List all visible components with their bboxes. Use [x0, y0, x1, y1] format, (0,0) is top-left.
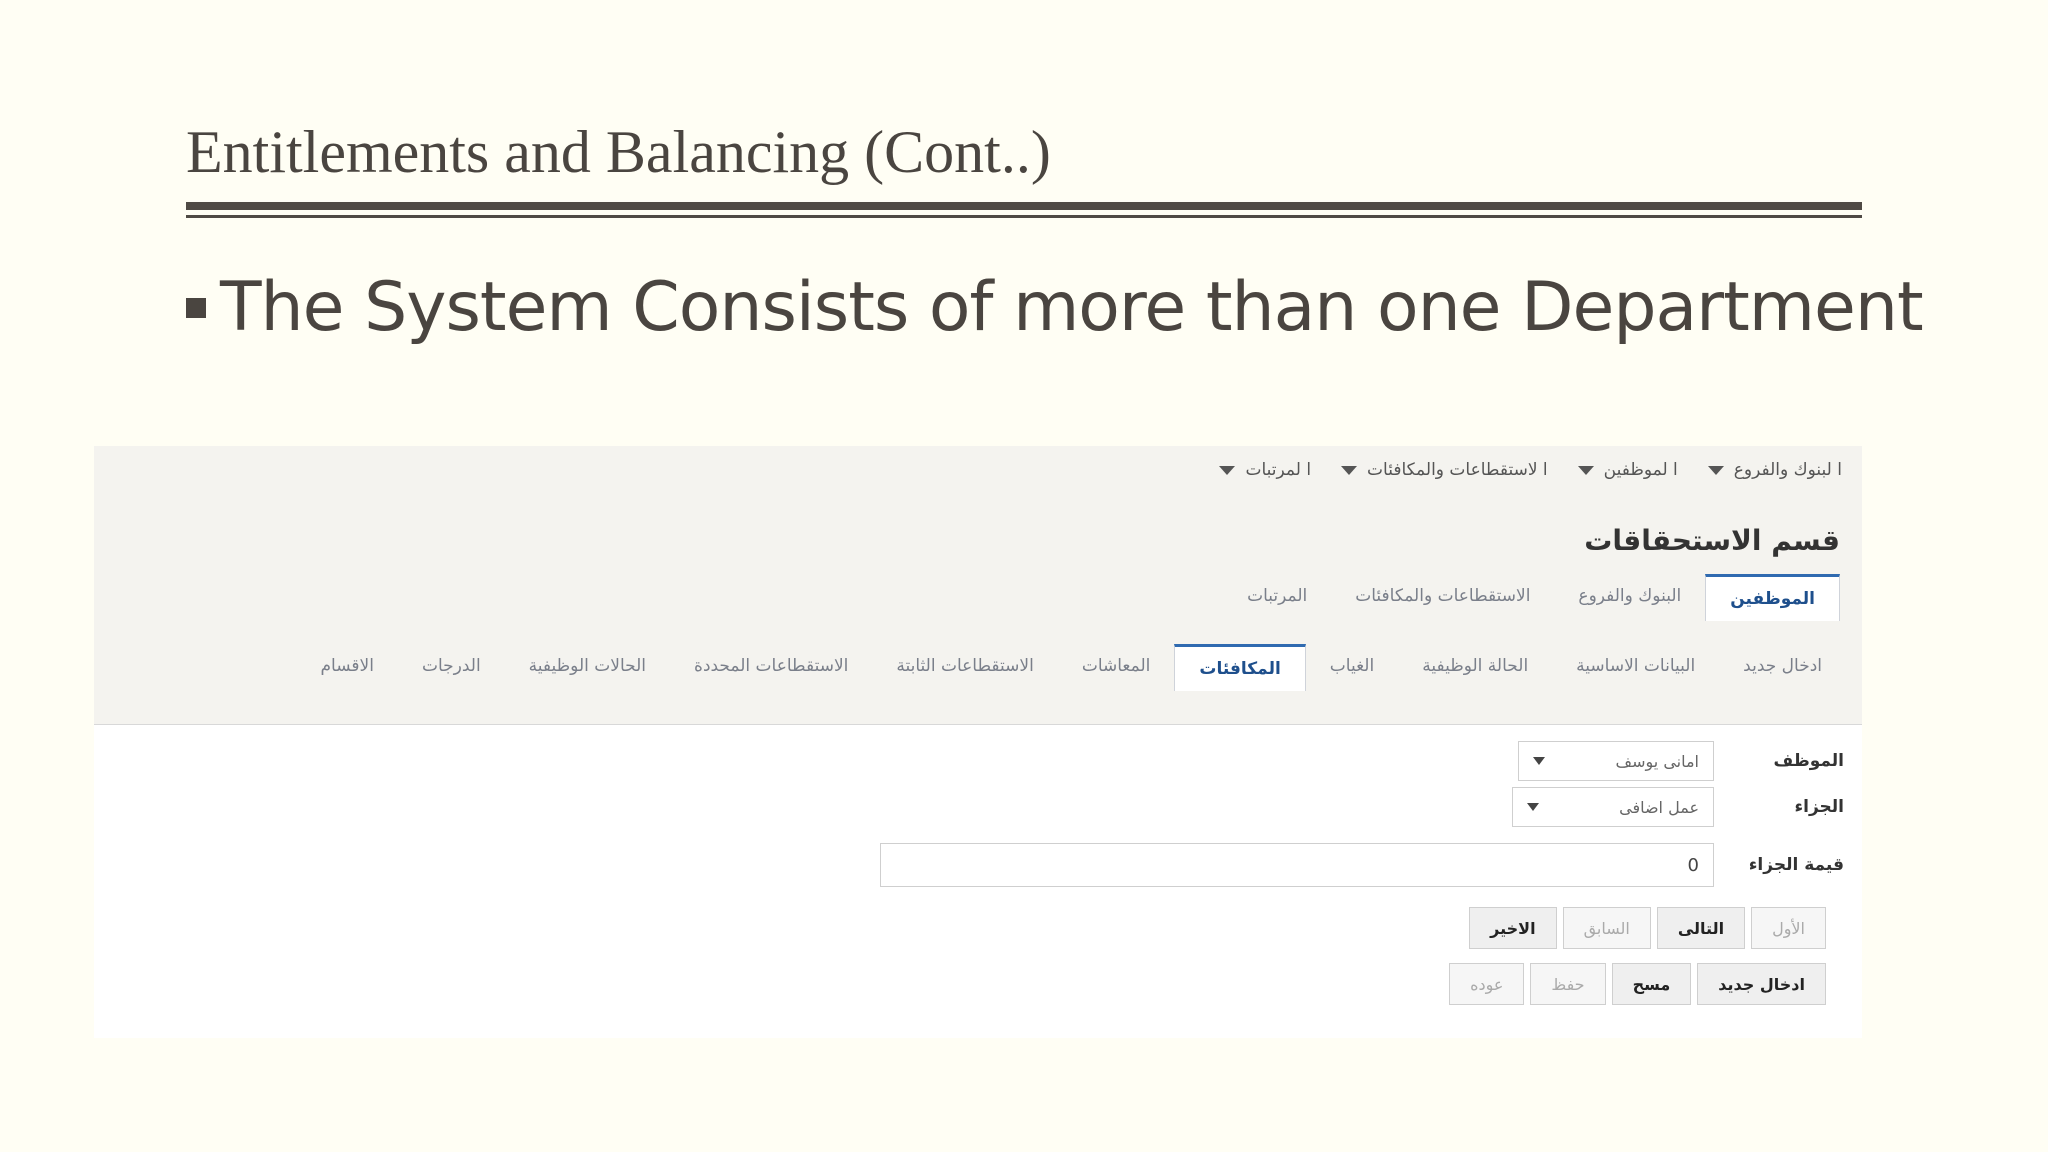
- back-button[interactable]: عوده: [1449, 963, 1525, 1005]
- secondary-tabs: ادخال جديد البيانات الاساسية الحالة الوظ…: [297, 644, 1846, 691]
- tab-specific-deductions[interactable]: الاستقطاعات المحددة: [670, 644, 872, 691]
- part-value-row: قيمة الجزاء 0: [880, 843, 1862, 887]
- top-menu-label: ا لبنوك والفروع: [1733, 460, 1842, 480]
- previous-button[interactable]: السابق: [1562, 907, 1651, 949]
- employee-select-value: امانى يوسف: [1615, 751, 1699, 771]
- part-row: الجزاء عمل اضافى: [1512, 787, 1862, 827]
- top-menu-deductions[interactable]: ا لاستقطاعات والمكافئات: [1341, 460, 1548, 480]
- part-value-amount: 0: [1687, 854, 1699, 876]
- tab-basic-data[interactable]: البيانات الاساسية: [1552, 644, 1719, 691]
- tab-job-status[interactable]: الحالة الوظيفية: [1398, 644, 1552, 691]
- new-entry-button[interactable]: ادخال جديد: [1697, 963, 1826, 1005]
- save-button[interactable]: حفظ: [1530, 963, 1606, 1005]
- employee-label: الموظف: [1773, 751, 1844, 771]
- top-menu: ا لبنوك والفروع ا لموظفين ا لاستقطاعات و…: [1219, 460, 1842, 480]
- delete-button[interactable]: مسح: [1611, 963, 1692, 1005]
- square-bullet-icon: [186, 297, 206, 318]
- chevron-down-icon: [1533, 757, 1545, 765]
- bullet-text: The System Consists of more than one Dep…: [220, 268, 1924, 347]
- top-menu-salaries[interactable]: ا لمرتبات: [1219, 460, 1311, 480]
- tab-fixed-deductions[interactable]: الاستقطاعات الثابتة: [872, 644, 1057, 691]
- employee-row: الموظف امانى يوسف: [1518, 741, 1862, 781]
- tab-pensions[interactable]: المعاشات: [1058, 644, 1175, 691]
- first-button[interactable]: الأول: [1751, 907, 1826, 949]
- top-menu-label: ا لمرتبات: [1245, 460, 1312, 480]
- part-select[interactable]: عمل اضافى: [1512, 787, 1714, 827]
- tab-new-entry[interactable]: ادخال جديد: [1719, 644, 1846, 691]
- top-menu-label: ا لاستقطاعات والمكافئات: [1367, 460, 1548, 480]
- dropdown-arrow-icon: [1341, 465, 1358, 475]
- tab-bonuses[interactable]: المكافئات: [1174, 644, 1306, 691]
- navigation-buttons: الأول التالى السابق الاخير: [1469, 907, 1826, 949]
- tab-job-cases[interactable]: الحالات الوظيفية: [505, 644, 670, 691]
- page-heading: قسم الاستحقاقات: [1584, 524, 1840, 557]
- part-value-input[interactable]: 0: [880, 843, 1714, 887]
- employee-select[interactable]: امانى يوسف: [1518, 741, 1714, 781]
- tab-departments[interactable]: الاقسام: [297, 644, 398, 691]
- dropdown-arrow-icon: [1577, 465, 1594, 475]
- tab-deductions-bonuses[interactable]: الاستقطاعات والمكافئات: [1331, 574, 1554, 621]
- dropdown-arrow-icon: [1219, 465, 1236, 475]
- title-divider-thin: [186, 215, 1862, 218]
- chevron-down-icon: [1527, 803, 1539, 811]
- app-screenshot: ا لبنوك والفروع ا لموظفين ا لاستقطاعات و…: [94, 446, 1862, 1038]
- slide-title: Entitlements and Balancing (Cont..): [186, 119, 1051, 185]
- part-select-value: عمل اضافى: [1619, 797, 1699, 817]
- tab-absence[interactable]: الغياب: [1306, 644, 1398, 691]
- title-divider-thick: [186, 202, 1862, 210]
- tab-banks[interactable]: البنوك والفروع: [1554, 574, 1705, 621]
- dropdown-arrow-icon: [1707, 465, 1724, 475]
- tab-grades[interactable]: الدرجات: [398, 644, 505, 691]
- primary-tabs: الموظفين البنوك والفروع الاستقطاعات والم…: [1223, 574, 1840, 621]
- bullet-point: The System Consists of more than one Dep…: [186, 268, 1924, 347]
- top-menu-employees[interactable]: ا لموظفين: [1577, 460, 1678, 480]
- form-area: الموظف امانى يوسف الجزاء عمل اضافى قيمة …: [94, 724, 1862, 1038]
- last-button[interactable]: الاخير: [1469, 907, 1557, 949]
- top-menu-label: ا لموظفين: [1603, 460, 1678, 480]
- action-buttons: ادخال جديد مسح حفظ عوده: [1449, 963, 1826, 1005]
- tab-employees[interactable]: الموظفين: [1705, 574, 1840, 621]
- part-value-label: قيمة الجزاء: [1748, 855, 1844, 875]
- part-label: الجزاء: [1794, 797, 1844, 817]
- next-button[interactable]: التالى: [1656, 907, 1746, 949]
- top-menu-banks[interactable]: ا لبنوك والفروع: [1707, 460, 1842, 480]
- tab-salaries[interactable]: المرتبات: [1223, 574, 1331, 621]
